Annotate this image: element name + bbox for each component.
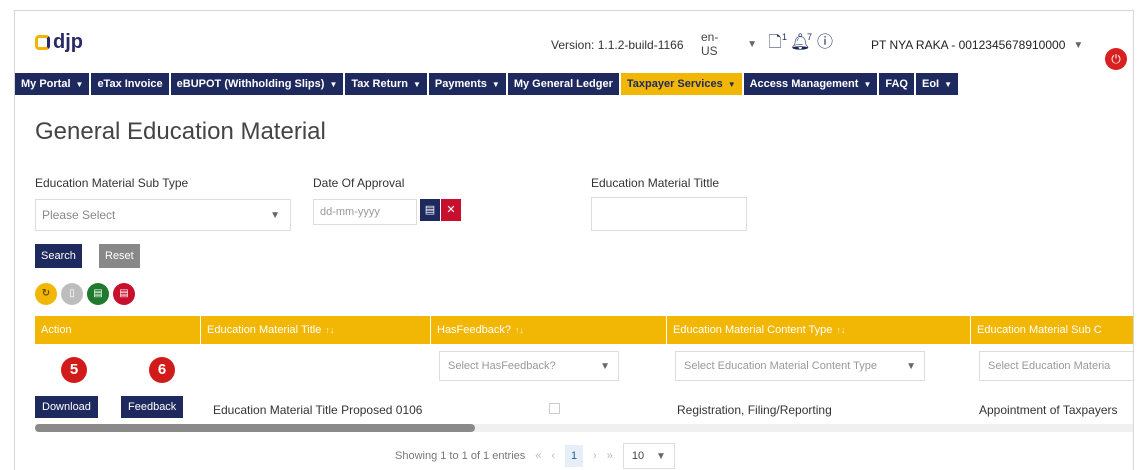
download-button[interactable]: Download [35,396,98,418]
current-page-button[interactable]: 1 [565,445,584,467]
menu-item-my-portal[interactable]: My Portal ▼ [15,73,90,95]
notification-count-badge: 7 [806,32,812,42]
menu-item-ebupot-withholding-slips[interactable]: eBUPOT (Withholding Slips) ▼ [170,73,344,95]
chevron-down-icon: ▼ [413,79,421,89]
menu-item-label: My Portal [21,78,71,90]
chevron-down-icon: ▼ [727,79,736,89]
logo-mark-icon [35,35,50,50]
chevron-down-icon: ▼ [491,79,500,89]
step-badge-5: 5 [61,357,87,383]
date-of-approval-input[interactable]: dd-mm-yyyy [313,199,417,225]
first-page-button[interactable]: « [535,450,541,462]
date-of-approval-label: Date Of Approval [313,176,405,190]
title-filter-label: Education Material Tittle [591,176,720,190]
menu-item-access-management[interactable]: Access Management ▼ [743,73,878,95]
sort-icon: ↑↓ [836,325,846,335]
document-icon[interactable]: 🗋 1 [765,32,787,53]
prev-page-button[interactable]: ‹ [551,450,555,462]
company-name: PT NYA RAKA - 0012345678910000 [871,38,1066,52]
version-label: Version: 1.1.2-build-1166 [551,38,684,52]
top-bar: djp Version: 1.1.2-build-1166 en-US ▼ 🗋 1… [15,11,1133,70]
bell-icon[interactable]: 🔔︎ 7 [790,32,812,53]
menu-item-faq[interactable]: FAQ [879,73,914,95]
menu-item-my-general-ledger[interactable]: My General Ledger [507,73,619,95]
column-header-hasfeedback[interactable]: HasFeedback? ↑↓ [431,316,667,344]
menu-item-label: FAQ [885,78,908,90]
sub-type-filter-select[interactable]: Select Education Materia [979,351,1133,381]
hasfeedback-filter-select[interactable]: Select HasFeedback? ▼ [439,351,619,381]
menu-item-tax-return[interactable]: Tax Return ▼ [345,73,427,95]
menu-item-eoi[interactable]: EoI ▼ [915,73,959,95]
chevron-down-icon: ▼ [906,360,916,372]
column-header-content-type[interactable]: Education Material Content Type ↑↓ [667,316,971,344]
chevron-down-icon: ▼ [75,79,84,89]
language-select[interactable]: en-US ▼ [695,30,757,58]
help-icon[interactable]: ⓘ [815,33,835,53]
reset-button[interactable]: Reset [99,244,140,268]
main-menu: My Portal ▼ eTax Invoice eBUPOT (Withholdin… [15,73,959,95]
language-value: en-US [701,30,719,58]
feedback-button[interactable]: Feedback [121,396,184,418]
next-page-button[interactable]: › [593,450,597,462]
app-window: djp Version: 1.1.2-build-1166 en-US ▼ 🗋 1… [14,10,1134,470]
menu-item-label: EoI [921,78,940,90]
date-placeholder: dd-mm-yyyy [320,206,380,218]
menu-item-label: Taxpayer Services [626,78,723,90]
step-badge-6: 6 [149,357,175,383]
last-page-button[interactable]: » [607,450,613,462]
menu-item-label: Access Management [749,78,859,90]
pdf-export-icon[interactable]: ▤ [113,283,135,305]
sub-type-value: Please Select [42,208,116,222]
title-filter-input[interactable] [591,197,747,231]
chevron-down-icon: ▼ [944,79,953,89]
pagination: Showing 1 to 1 of 1 entries « ‹ 1 › » 10… [395,441,675,470]
entries-summary: Showing 1 to 1 of 1 entries [395,450,526,462]
page-size-select[interactable]: 10 ▼ [622,443,675,469]
calendar-icon[interactable]: ▤ [420,199,440,221]
page-title: General Education Material [35,118,326,145]
chevron-down-icon: ▼ [863,79,872,89]
search-button[interactable]: Search [35,244,82,268]
menu-item-etax-invoice[interactable]: eTax Invoice [91,73,169,95]
chevron-down-icon: ▼ [655,450,666,462]
chevron-down-icon: ▼ [270,209,280,221]
row-sub-type: Appointment of Taxpayers [979,403,1118,417]
chevron-down-icon: ▼ [600,360,610,372]
column-header-sub-type[interactable]: Education Material Sub C [971,316,1133,344]
column-header-title[interactable]: Education Material Title ↑↓ [201,316,431,344]
logout-icon[interactable]: ⏻ [1105,48,1127,70]
sub-type-select[interactable]: Please Select ▼ [35,199,291,231]
row-content-type: Registration, Filing/Reporting [677,403,832,417]
djp-logo[interactable]: djp [35,31,83,54]
table-header: Action Education Material Title ↑↓ HasFee… [35,316,1133,344]
copy-icon[interactable]: ▯ [61,283,83,305]
content-type-filter-select[interactable]: Select Education Material Content Type ▼ [675,351,925,381]
hasfeedback-checkbox [549,403,560,414]
document-count-badge: 1 [781,32,787,42]
row-title: Education Material Title Proposed 0106 [213,403,423,417]
refresh-icon[interactable]: ↻ [35,283,57,305]
chevron-down-icon: ▼ [747,38,757,50]
sub-type-label: Education Material Sub Type [35,176,189,190]
menu-item-taxpayer-services[interactable]: Taxpayer Services ▼ [620,73,742,95]
sort-icon: ↑↓ [515,325,524,335]
chevron-down-icon: ▼ [329,79,338,89]
excel-export-icon[interactable]: ▤ [87,283,109,305]
chevron-down-icon: ▼ [1073,39,1084,51]
menu-item-payments[interactable]: Payments ▼ [428,73,506,95]
menu-item-label: My General Ledger [513,78,613,90]
menu-item-label: Payments [434,78,487,90]
sort-icon: ↑↓ [325,325,335,335]
menu-item-label: Tax Return [351,78,408,90]
company-select[interactable]: PT NYA RAKA - 0012345678910000 ▼ [865,30,1099,60]
logo-text: djp [53,31,83,53]
menu-item-label: eTax Invoice [97,78,163,90]
scrollbar-thumb[interactable] [35,424,475,432]
clear-filter-icon[interactable]: ✕ [441,199,461,221]
menu-item-label: eBUPOT (Withholding Slips) [176,78,325,90]
column-header-action[interactable]: Action [35,316,201,344]
